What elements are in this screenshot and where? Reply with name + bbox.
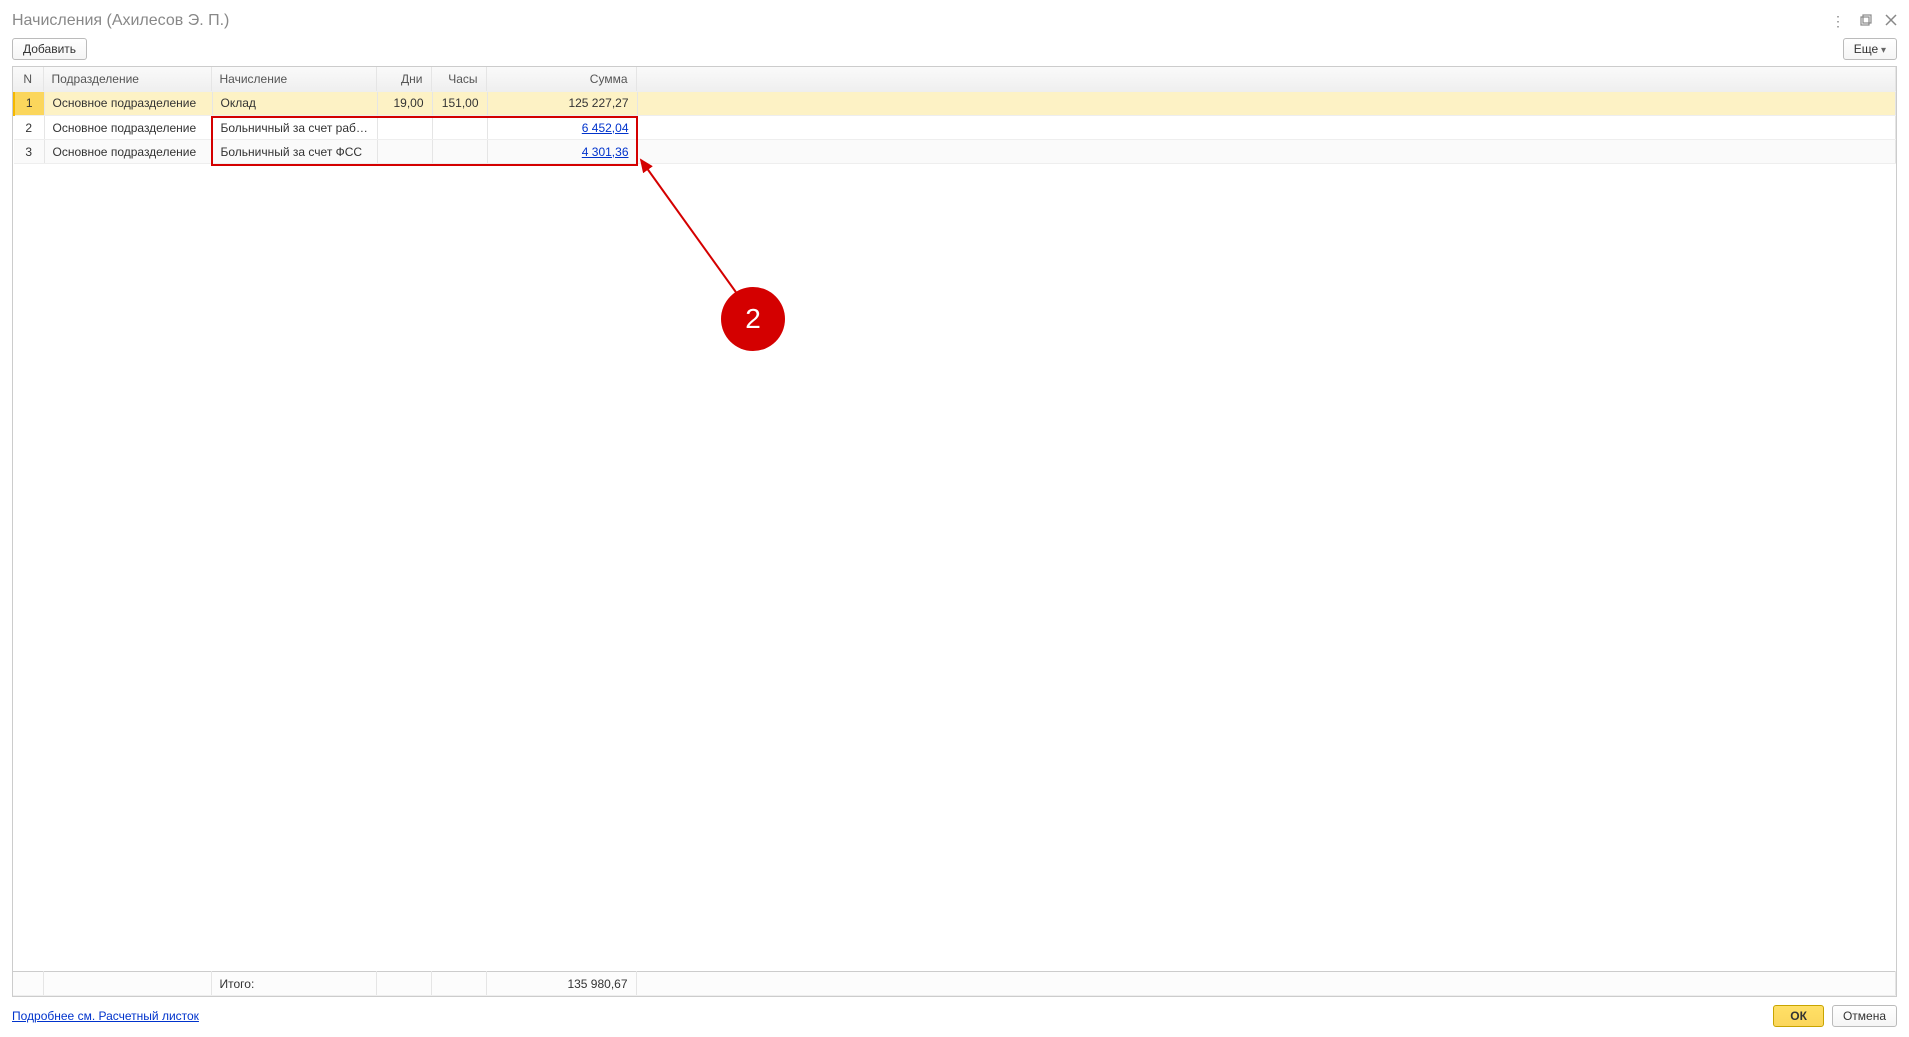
col-header-dept[interactable]: Подразделение	[43, 67, 211, 91]
add-button[interactable]: Добавить	[12, 38, 87, 60]
window-title: Начисления (Ахилесов Э. П.)	[12, 12, 229, 30]
restore-icon[interactable]	[1859, 13, 1873, 29]
footer-row: Итого: 135 980,67	[13, 972, 1896, 996]
table-body-area[interactable]: 1Основное подразделениеОклад19,00151,001…	[13, 92, 1896, 972]
details-link[interactable]: Подробнее см. Расчетный листок	[12, 1009, 199, 1023]
footer-sum: 135 980,67	[486, 972, 636, 996]
action-buttons: ОК Отмена	[1773, 1005, 1897, 1027]
cell-n: 2	[14, 116, 44, 140]
annotation-arrow	[633, 152, 773, 322]
footer-days	[376, 972, 431, 996]
cell-sum[interactable]: 6 452,04	[487, 116, 637, 140]
cell-accr: Больничный за счет работода...	[212, 116, 377, 140]
footer-hours	[431, 972, 486, 996]
accruals-table-container: N Подразделение Начисление Дни Часы Сумм…	[12, 66, 1897, 997]
annotation-badge-label: 2	[745, 303, 761, 335]
table-row[interactable]: 2Основное подразделениеБольничный за сче…	[14, 116, 1896, 140]
accruals-table-footer: Итого: 135 980,67	[13, 971, 1896, 996]
cell-days	[377, 140, 432, 164]
col-header-hours[interactable]: Часы	[431, 67, 486, 91]
annotation-badge-2: 2	[721, 287, 785, 351]
cell-days: 19,00	[377, 92, 432, 116]
cell-dept: Основное подразделение	[44, 116, 212, 140]
cell-hours: 151,00	[432, 92, 487, 116]
col-header-days[interactable]: Дни	[376, 67, 431, 91]
cell-n: 1	[14, 92, 44, 116]
table-row[interactable]: 3Основное подразделениеБольничный за сче…	[14, 140, 1896, 164]
col-header-accr[interactable]: Начисление	[211, 67, 376, 91]
more-options-icon[interactable]: ⋮	[1831, 14, 1847, 28]
col-header-n[interactable]: N	[13, 67, 43, 91]
cell-days	[377, 116, 432, 140]
cell-hours	[432, 140, 487, 164]
cell-dept: Основное подразделение	[44, 140, 212, 164]
cell-hours	[432, 116, 487, 140]
cell-rest	[637, 140, 1896, 164]
ok-button[interactable]: ОК	[1773, 1005, 1824, 1027]
cell-rest	[637, 116, 1896, 140]
accruals-table: N Подразделение Начисление Дни Часы Сумм…	[13, 67, 1896, 92]
app-window: Начисления (Ахилесов Э. П.) ⋮ Добавить Е…	[0, 0, 1909, 1037]
footer-label: Итого:	[211, 972, 376, 996]
footer-n	[13, 972, 43, 996]
footer-dept	[43, 972, 211, 996]
cell-accr: Больничный за счет ФСС	[212, 140, 377, 164]
table-header-row: N Подразделение Начисление Дни Часы Сумм…	[13, 67, 1896, 91]
bottom-bar: Подробнее см. Расчетный листок ОК Отмена	[12, 1005, 1897, 1027]
sum-link[interactable]: 6 452,04	[582, 121, 629, 135]
table-row[interactable]: 1Основное подразделениеОклад19,00151,001…	[14, 92, 1896, 116]
toolbar: Добавить Еще	[12, 38, 1897, 60]
col-header-sum[interactable]: Сумма	[486, 67, 636, 91]
cancel-button[interactable]: Отмена	[1832, 1005, 1897, 1027]
close-icon[interactable]	[1885, 14, 1897, 28]
accruals-table-body: 1Основное подразделениеОклад19,00151,001…	[13, 92, 1896, 165]
cell-rest	[637, 92, 1896, 116]
cell-sum: 125 227,27	[487, 92, 637, 116]
cell-sum[interactable]: 4 301,36	[487, 140, 637, 164]
more-button[interactable]: Еще	[1843, 38, 1897, 60]
window-controls: ⋮	[1831, 13, 1897, 29]
cell-dept: Основное подразделение	[44, 92, 212, 116]
cell-n: 3	[14, 140, 44, 164]
sum-link[interactable]: 4 301,36	[582, 145, 629, 159]
title-bar: Начисления (Ахилесов Э. П.) ⋮	[12, 8, 1897, 34]
col-header-rest	[636, 67, 1896, 91]
cell-accr: Оклад	[212, 92, 377, 116]
footer-rest	[636, 972, 1896, 996]
